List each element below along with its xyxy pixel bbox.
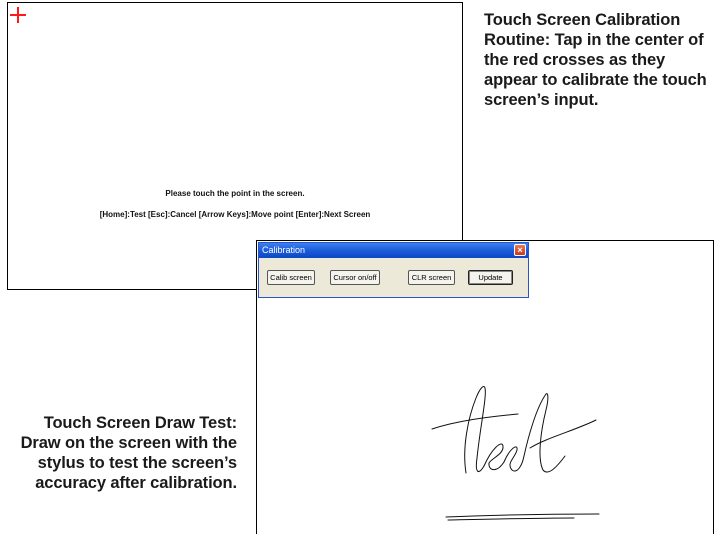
calibration-cross-icon[interactable] — [10, 7, 26, 23]
update-button[interactable]: Update — [468, 270, 513, 285]
stroke-underline — [445, 513, 600, 518]
dialog-button-row: Calib screen Cursor on/off CLR screen Up… — [263, 263, 525, 293]
dialog-title: Calibration — [262, 245, 306, 255]
dialog-title-bar: Calibration × — [259, 243, 528, 258]
stylus-drawing — [431, 385, 600, 521]
calibration-caption: Touch Screen Calibration Routine: Tap in… — [484, 11, 707, 109]
calibration-key-help: [Home]:Test [Esc]:Cancel [Arrow Keys]:Mo… — [99, 210, 371, 219]
cursor-toggle-button[interactable]: Cursor on/off — [330, 270, 380, 285]
calibration-dialog: Calibration × Calib screen Cursor on/off… — [258, 242, 529, 298]
calib-screen-button[interactable]: Calib screen — [267, 270, 315, 285]
stroke-underline-2 — [447, 517, 575, 521]
stroke-t1-cross — [431, 413, 519, 430]
stroke-t1 — [464, 385, 486, 474]
clear-screen-button[interactable]: CLR screen — [408, 270, 455, 285]
draw-test-caption: Touch Screen Draw Test: Draw on the scre… — [20, 414, 238, 492]
stroke-s — [503, 446, 525, 472]
calibration-instruction: Please touch the point in the screen. — [165, 189, 305, 198]
close-icon[interactable]: × — [514, 244, 526, 256]
stroke-e — [483, 443, 505, 471]
stroke-t2 — [523, 393, 566, 473]
